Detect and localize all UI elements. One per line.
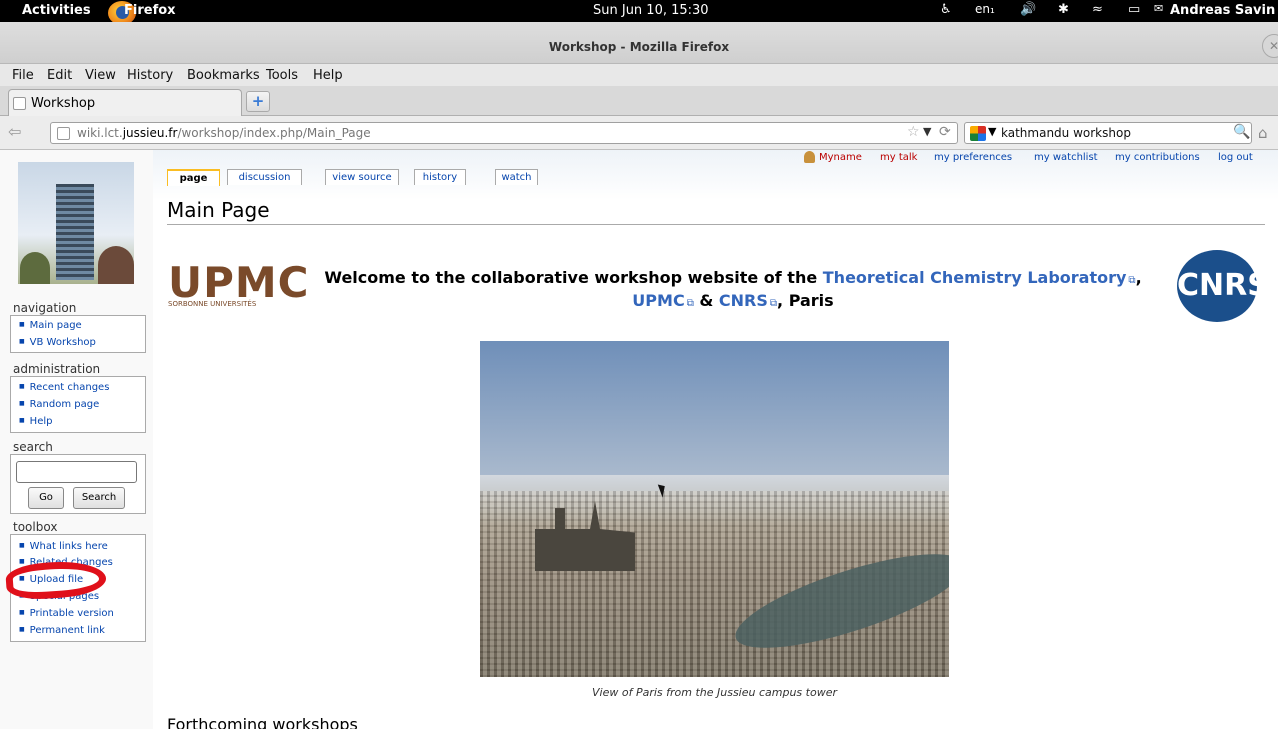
paris-photo[interactable] (480, 341, 949, 677)
tab-bar: Workshop + (0, 86, 1278, 116)
search-engine-dropdown-icon[interactable]: ▼ (988, 125, 996, 138)
sidebar-item-random-page[interactable]: Random page (19, 399, 100, 410)
sidebar-item-help[interactable]: Help (19, 416, 53, 427)
tab-view-source[interactable]: view source (325, 169, 399, 185)
cnrs-logo[interactable]: CNRS (1177, 250, 1269, 322)
navigation-heading: navigation (13, 301, 77, 315)
external-link-icon: ⧉ (769, 298, 778, 309)
back-arrow-icon[interactable]: ⇦ (8, 122, 48, 144)
search-bar[interactable]: ▼ kathmandu workshop 🔍 (964, 122, 1252, 144)
page-title: Main Page (167, 198, 270, 222)
site-logo[interactable] (18, 162, 134, 284)
user-icon (804, 151, 815, 163)
photo-caption: View of Paris from the Jussieu campus to… (592, 686, 837, 699)
menu-bar: File Edit View History Bookmarks Tools H… (0, 64, 1278, 86)
new-tab-button[interactable]: + (246, 91, 270, 112)
tab-label: Workshop (31, 96, 96, 111)
menu-tools[interactable]: Tools (266, 68, 298, 83)
external-link-icon: ⧉ (686, 298, 694, 309)
wifi-icon[interactable]: ≈ (1092, 2, 1103, 17)
sidebar-item-printable-version[interactable]: Printable version (19, 608, 114, 619)
chat-icon[interactable]: ✉ (1154, 2, 1163, 15)
search-query[interactable]: kathmandu workshop (1001, 126, 1131, 140)
personal-contributions[interactable]: my contributions (1115, 152, 1200, 163)
search-heading: search (13, 440, 53, 454)
wiki-search-input[interactable] (16, 461, 137, 483)
administration-portlet: Recent changes Random page Help (10, 376, 146, 433)
menu-view[interactable]: View (85, 68, 116, 83)
menu-help[interactable]: Help (313, 68, 343, 83)
menu-history[interactable]: History (127, 68, 173, 83)
magnifier-icon[interactable]: 🔍 (1233, 124, 1250, 140)
accessibility-icon[interactable]: ♿ (940, 2, 952, 17)
user-menu[interactable]: Andreas Savin (1170, 3, 1275, 18)
tab-history[interactable]: history (414, 169, 466, 185)
window-title: Workshop - Mozilla Firefox (548, 40, 730, 54)
reload-icon[interactable]: ⟳ (939, 124, 951, 140)
upmc-logo[interactable]: UPMC SORBONNE UNIVERSITÉS (168, 258, 309, 312)
sidebar-item-permanent-link[interactable]: Permanent link (19, 625, 105, 636)
url-bar[interactable]: wiki.lct.jussieu.fr/workshop/index.php/M… (50, 122, 958, 144)
tab-workshop[interactable]: Workshop (8, 89, 242, 116)
navigation-toolbar: ⇦ wiki.lct.jussieu.fr/workshop/index.php… (0, 116, 1278, 150)
title-divider (167, 224, 1265, 225)
bookmark-star-icon[interactable]: ☆ (907, 124, 920, 140)
window-titlebar[interactable]: Workshop - Mozilla Firefox ✕ (0, 22, 1278, 64)
menu-file[interactable]: File (12, 68, 34, 83)
home-icon[interactable]: ⌂ (1258, 124, 1278, 144)
upmc-link[interactable]: UPMC (632, 291, 684, 310)
go-button[interactable]: Go (28, 487, 64, 509)
search-engine-icon[interactable] (970, 126, 986, 141)
personal-logout[interactable]: log out (1218, 152, 1253, 163)
gnome-top-bar: Activities Firefox Sun Jun 10, 15:30 ♿ e… (0, 0, 1278, 25)
menu-edit[interactable]: Edit (47, 68, 72, 83)
main-content: Main Page UPMC SORBONNE UNIVERSITÉS Welc… (153, 184, 1278, 729)
tab-watch[interactable]: watch (495, 169, 538, 185)
administration-heading: administration (13, 362, 101, 376)
welcome-heading: Welcome to the collaborative workshop we… (324, 268, 1142, 310)
battery-icon[interactable]: ▭ (1128, 2, 1140, 17)
close-icon[interactable]: ✕ (1262, 34, 1278, 58)
sidebar-item-recent-changes[interactable]: Recent changes (19, 382, 110, 393)
url-history-dropdown-icon[interactable]: ▼ (923, 125, 931, 138)
url-text[interactable]: wiki.lct.jussieu.fr/workshop/index.php/M… (77, 126, 371, 140)
personal-username[interactable]: Myname (819, 152, 862, 163)
site-identity-icon[interactable] (57, 127, 70, 140)
cnrs-link[interactable]: CNRS (719, 291, 768, 310)
bluetooth-icon[interactable]: ✱ (1058, 2, 1069, 17)
menu-bookmarks[interactable]: Bookmarks (187, 68, 260, 83)
app-menu-label[interactable]: Firefox (124, 3, 176, 18)
sidebar-item-main-page[interactable]: Main page (19, 320, 82, 331)
external-link-icon: ⧉ (1128, 275, 1136, 286)
web-page: Myname my talk my preferences my watchli… (0, 150, 1278, 729)
personal-talk[interactable]: my talk (880, 152, 917, 163)
lct-link[interactable]: Theoretical Chemistry Laboratory (823, 268, 1127, 287)
activities-button[interactable]: Activities (22, 3, 91, 18)
personal-watchlist[interactable]: my watchlist (1034, 152, 1098, 163)
keyboard-layout[interactable]: en₁ (975, 2, 995, 16)
sidebar-item-what-links-here[interactable]: What links here (19, 541, 108, 552)
sidebar-item-vb-workshop[interactable]: VB Workshop (19, 337, 96, 348)
navigation-portlet: Main page VB Workshop (10, 315, 146, 353)
personal-preferences[interactable]: my preferences (934, 152, 1012, 163)
section-heading: Forthcoming workshops (167, 715, 358, 729)
tab-discussion[interactable]: discussion (227, 169, 302, 185)
page-icon (13, 97, 26, 110)
clock[interactable]: Sun Jun 10, 15:30 (593, 3, 709, 18)
toolbox-heading: toolbox (13, 520, 58, 534)
search-button[interactable]: Search (73, 487, 125, 509)
volume-icon[interactable]: 🔊 (1020, 2, 1036, 17)
